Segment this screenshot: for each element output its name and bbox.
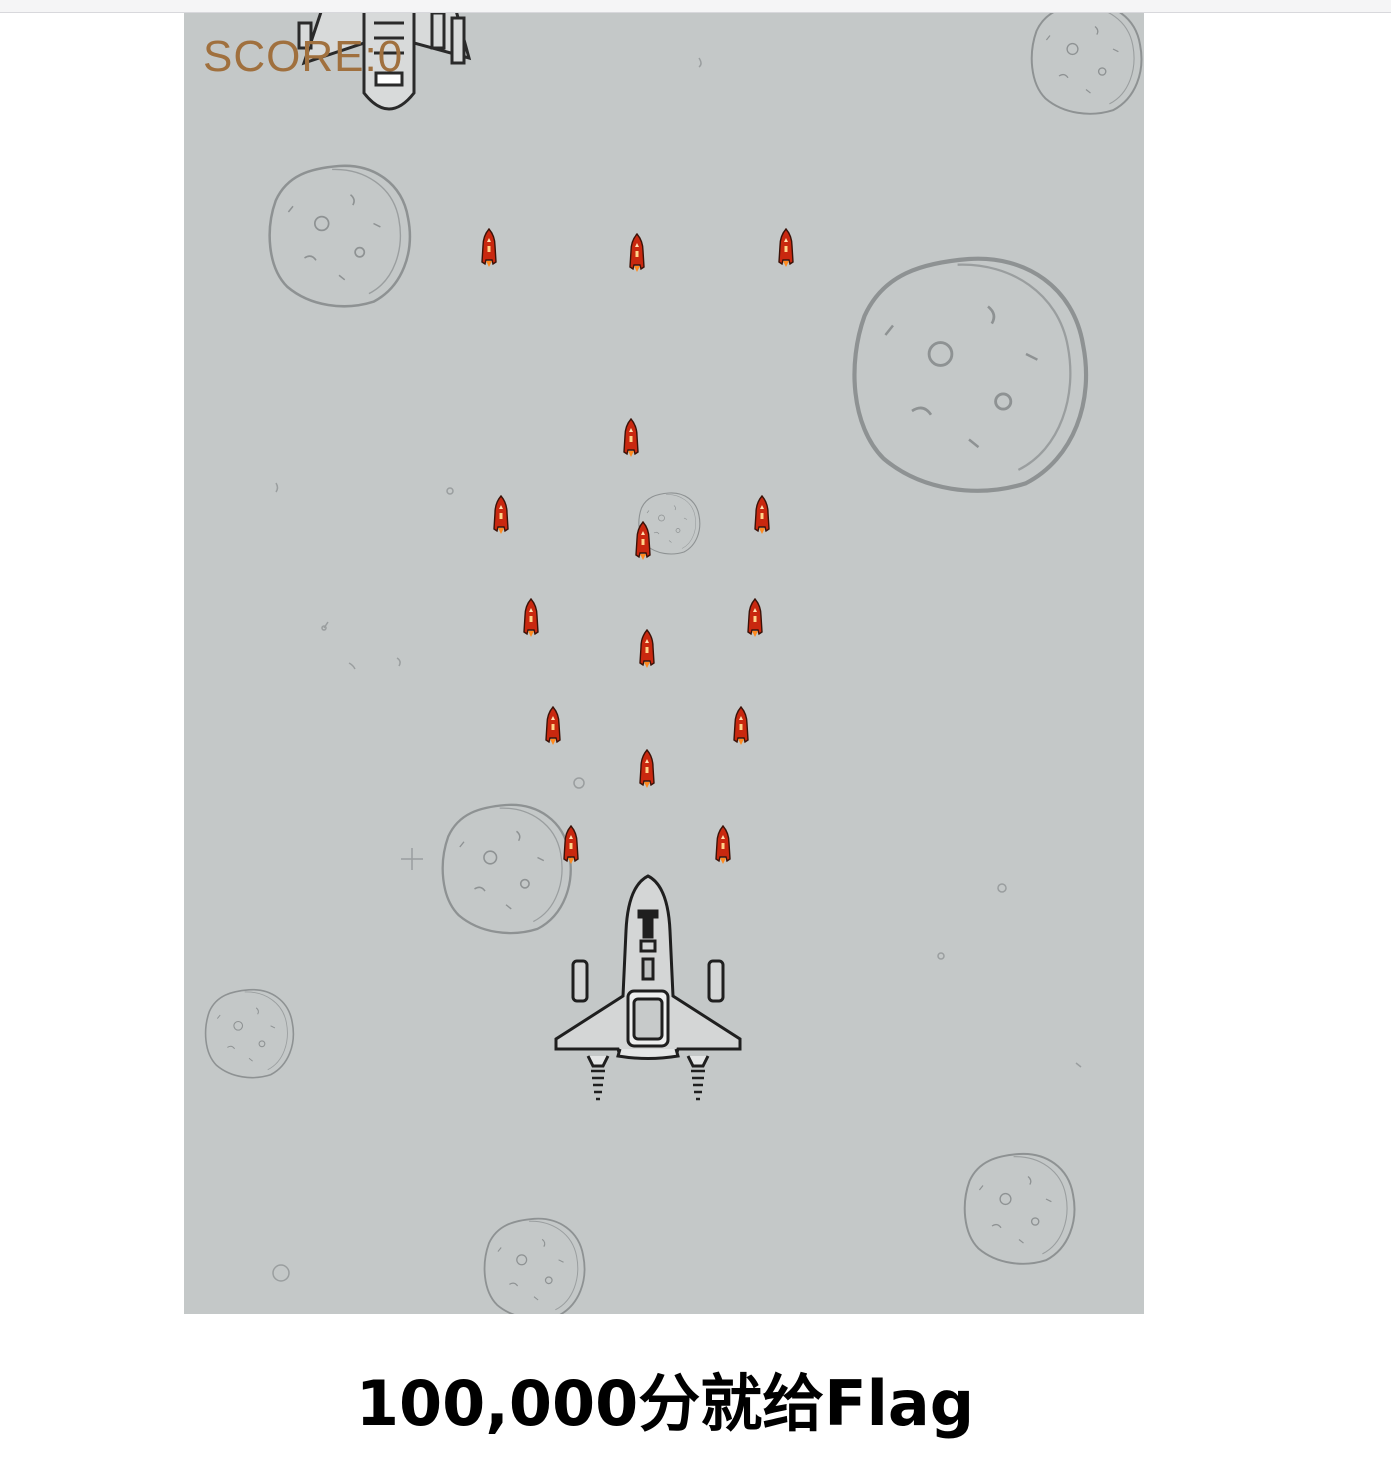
asteroid-icon <box>268 164 412 308</box>
red-missile-icon <box>523 598 539 637</box>
red-missile-icon <box>778 228 794 267</box>
red-missile-icon <box>639 749 655 788</box>
game-canvas[interactable]: SCORE:0 <box>184 13 1144 1314</box>
red-missile-icon <box>747 598 763 637</box>
red-missile-icon <box>623 418 639 457</box>
score-label: SCORE: <box>203 32 378 81</box>
asteroid-icon <box>204 988 295 1079</box>
browser-top-strip <box>0 0 1391 13</box>
red-missile-icon <box>754 495 770 534</box>
asteroid-icon <box>963 1152 1076 1265</box>
space-background <box>204 13 1143 1314</box>
red-missile-icon <box>493 495 509 534</box>
flag-caption: 100,000分就给Flag <box>355 1367 975 1440</box>
red-missile-icon <box>563 825 579 864</box>
player-fighter-icon[interactable] <box>548 871 748 1111</box>
score-display: SCORE:0 <box>203 35 403 79</box>
red-missile-icon <box>629 233 645 272</box>
score-value: 0 <box>377 32 404 81</box>
red-missile-icon <box>481 228 497 267</box>
asteroid-icon <box>483 1217 586 1314</box>
red-missile-icon <box>715 825 731 864</box>
red-missile-icon <box>639 629 655 668</box>
asteroid-icon <box>854 259 1086 491</box>
red-missile-icon <box>733 706 749 745</box>
red-missile-icon <box>635 521 651 560</box>
red-missile-icon <box>545 706 561 745</box>
asteroid-icon <box>1030 13 1143 115</box>
